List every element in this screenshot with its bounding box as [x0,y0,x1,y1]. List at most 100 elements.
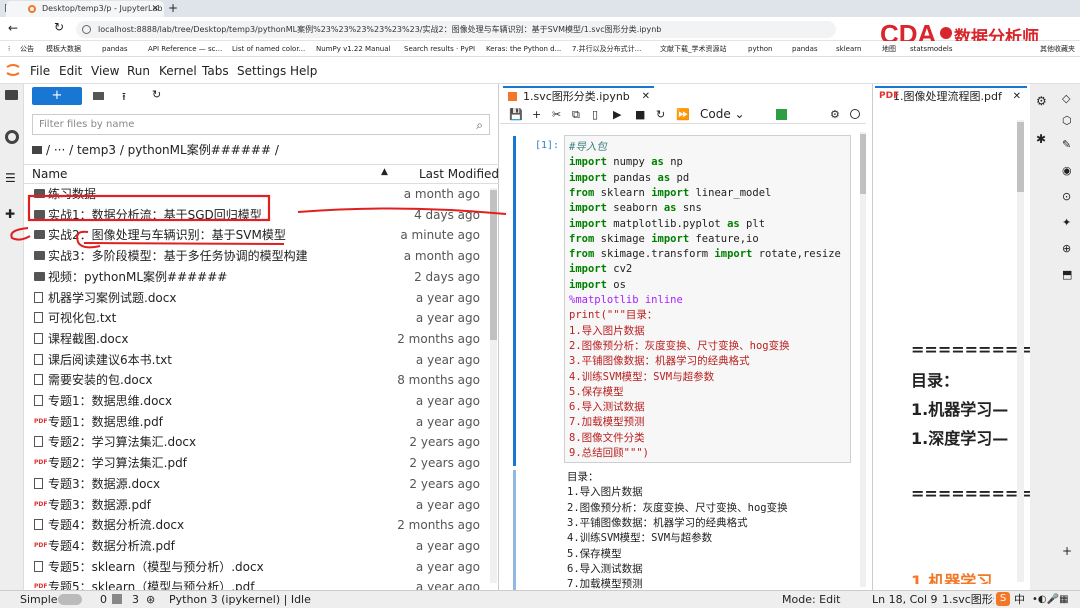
cell-type-select[interactable]: Code ⌄ [700,106,745,123]
run-icon[interactable]: ▶ [613,106,621,123]
gear-icon[interactable]: ⚙ [1036,94,1047,108]
side-icon[interactable]: ⊕ [1062,242,1071,255]
side-icon[interactable]: ⊙ [1062,190,1071,203]
file-row[interactable]: PDF 专题2：学习算法集汇.pdf 2 years ago [32,453,492,473]
file-row[interactable]: 机器学习案例试题.docx a year ago [32,288,492,308]
file-row[interactable]: PDF 专题3：数据源.pdf a year ago [32,495,492,515]
file-row[interactable]: 专题2：学习算法集汇.docx 2 years ago [32,432,492,452]
bookmark[interactable]: 模板大数据 [46,41,81,56]
scrollbar-thumb[interactable] [860,134,866,194]
menu-kernel[interactable]: Kernel [159,64,197,78]
folder-icon[interactable] [5,90,18,100]
code-cell-editor[interactable]: #导入包 import numpy as np import pandas as p… [564,135,851,463]
bookmark[interactable]: 7.并行以及分布式计... [572,41,641,56]
close-icon[interactable]: ✕ [1013,88,1021,105]
notebook-tab[interactable]: 1.svc图形分类.ipynb ✕ [503,86,654,106]
close-icon[interactable]: ✕ [642,88,650,105]
reload-icon[interactable]: ↻ [54,20,64,34]
file-row[interactable]: 视频：pythonML案例###### 2 days ago [32,267,492,287]
file-row[interactable]: 可视化包.txt a year ago [32,308,492,328]
new-folder-icon[interactable] [93,92,104,100]
save-icon[interactable]: 💾 [509,106,523,123]
side-icon[interactable]: ✎ [1062,138,1071,151]
url-field[interactable]: localhost:8888/lab/tree/Desktop/temp3/py… [76,21,836,38]
file-row[interactable]: 需要安装的包.docx 8 months ago [32,370,492,390]
menu-help[interactable]: Help [290,64,317,78]
bookmark[interactable]: 公告 [20,41,34,56]
extension-icon[interactable]: ✚ [5,208,15,220]
copy-icon[interactable]: ⧉ [572,106,580,123]
restart-icon[interactable]: ↻ [656,106,665,123]
paste-icon[interactable]: ▯ [592,106,598,123]
file-row[interactable]: 课后阅读建议6本书.txt a year ago [32,350,492,370]
file-row[interactable]: 实战2：图像处理与车辆识别：基于SVM模型 a minute ago [32,225,492,245]
toc-icon[interactable]: ☰ [5,172,16,184]
side-icon[interactable]: ⬒ [1062,268,1072,281]
pdf-scrollbar[interactable] [1017,120,1024,582]
bookmark[interactable]: Search results · PyPI [404,41,475,56]
upload-icon[interactable]: ⭱ [122,88,126,107]
bookmark[interactable]: pandas [102,41,128,56]
kernel-status[interactable]: Python 3 (ipykernel) | Idle [169,591,311,608]
file-row[interactable]: 专题1：数据思维.docx a year ago [32,391,492,411]
breadcrumb[interactable]: / ··· / temp3 / pythonML案例###### / [32,142,279,158]
bookmark[interactable]: 文献下载_学术资源站 [660,41,727,56]
bookmark[interactable]: API Reference — sc... [148,41,222,56]
close-icon[interactable]: ✕ [151,1,159,17]
bookmark[interactable]: Keras: the Python d... [486,41,561,56]
cursor-position[interactable]: Ln 18, Col 9 [872,591,938,608]
side-icon[interactable]: ◇ [1062,92,1070,105]
insert-cell-icon[interactable]: + [532,106,541,123]
bookmark[interactable]: statsmodels [910,41,953,56]
add-icon[interactable]: + [1062,544,1072,558]
stop-icon[interactable]: ■ [635,106,645,123]
name-column-header[interactable]: Name [32,167,67,181]
side-icon[interactable]: ⬡ [1062,114,1072,127]
new-launcher-button[interactable]: + [32,87,82,105]
back-icon[interactable]: ← [8,21,18,35]
running-icon[interactable] [5,130,19,144]
apps-icon[interactable]: ⁝ [8,41,10,56]
bookmark[interactable]: 其他收藏夹 [1040,41,1075,56]
refresh-icon[interactable]: ↻ [152,88,161,101]
side-icon[interactable]: ✦ [1062,216,1071,229]
file-row[interactable]: 课程截图.docx 2 months ago [32,329,492,349]
file-row[interactable]: PDF 专题4：数据分析流.pdf a year ago [32,536,492,556]
file-row[interactable]: PDF 专题1：数据思维.pdf a year ago [32,412,492,432]
menu-file[interactable]: File [30,64,50,78]
menu-edit[interactable]: Edit [59,64,82,78]
file-row[interactable]: 实战3：多阶段模型：基于多任务协调的模型构建 a month ago [32,246,492,266]
home-folder-icon[interactable] [32,146,42,154]
pdf-tab[interactable]: PDF 1.图像处理流程图.pdf ✕ [875,86,1027,106]
scrollbar-thumb[interactable] [490,190,497,340]
menu-run[interactable]: Run [127,64,150,78]
bug-icon[interactable]: ⚙ [830,106,840,123]
browser-tab[interactable]: Desktop/temp3/p - JupyterLab ✕ [6,1,164,17]
sogou-icon[interactable]: S [996,592,1010,606]
filter-input[interactable]: Filter files by name ⌕ [32,114,490,135]
new-tab-button[interactable]: + [168,0,178,16]
validate-icon[interactable] [776,109,787,120]
file-row[interactable]: 专题5：sklearn（模型与预分析）.docx a year ago [32,557,492,577]
scrollbar-thumb[interactable] [1017,122,1024,192]
bookmark[interactable]: pandas [792,41,818,56]
cut-icon[interactable]: ✂ [552,106,561,123]
bookmark[interactable]: List of named color... [232,41,305,56]
menu-tabs[interactable]: Tabs [202,64,229,78]
bookmark[interactable]: python [748,41,773,56]
notebook-scrollbar[interactable] [860,132,866,587]
scrollbar[interactable] [490,188,497,583]
fast-forward-icon[interactable]: ⏩ [676,106,690,123]
side-icon[interactable]: ◉ [1062,164,1072,177]
bookmark[interactable]: sklearn [836,41,861,56]
bookmark[interactable]: NumPy v1.22 Manual [316,41,390,56]
file-row[interactable]: 专题4：数据分析流.docx 2 months ago [32,515,492,535]
file-row[interactable]: 专题3：数据源.docx 2 years ago [32,474,492,494]
bookmark[interactable]: 地图 [882,41,896,56]
file-row[interactable]: 实战1：数据分析流：基于SGD回归模型 4 days ago [32,205,492,225]
menu-view[interactable]: View [91,64,119,78]
ime-mode[interactable]: 中 [1014,591,1025,608]
menu-settings[interactable]: Settings [237,64,286,78]
simple-mode-toggle[interactable] [58,594,82,605]
file-row[interactable]: 练习数据 a month ago [32,184,492,204]
